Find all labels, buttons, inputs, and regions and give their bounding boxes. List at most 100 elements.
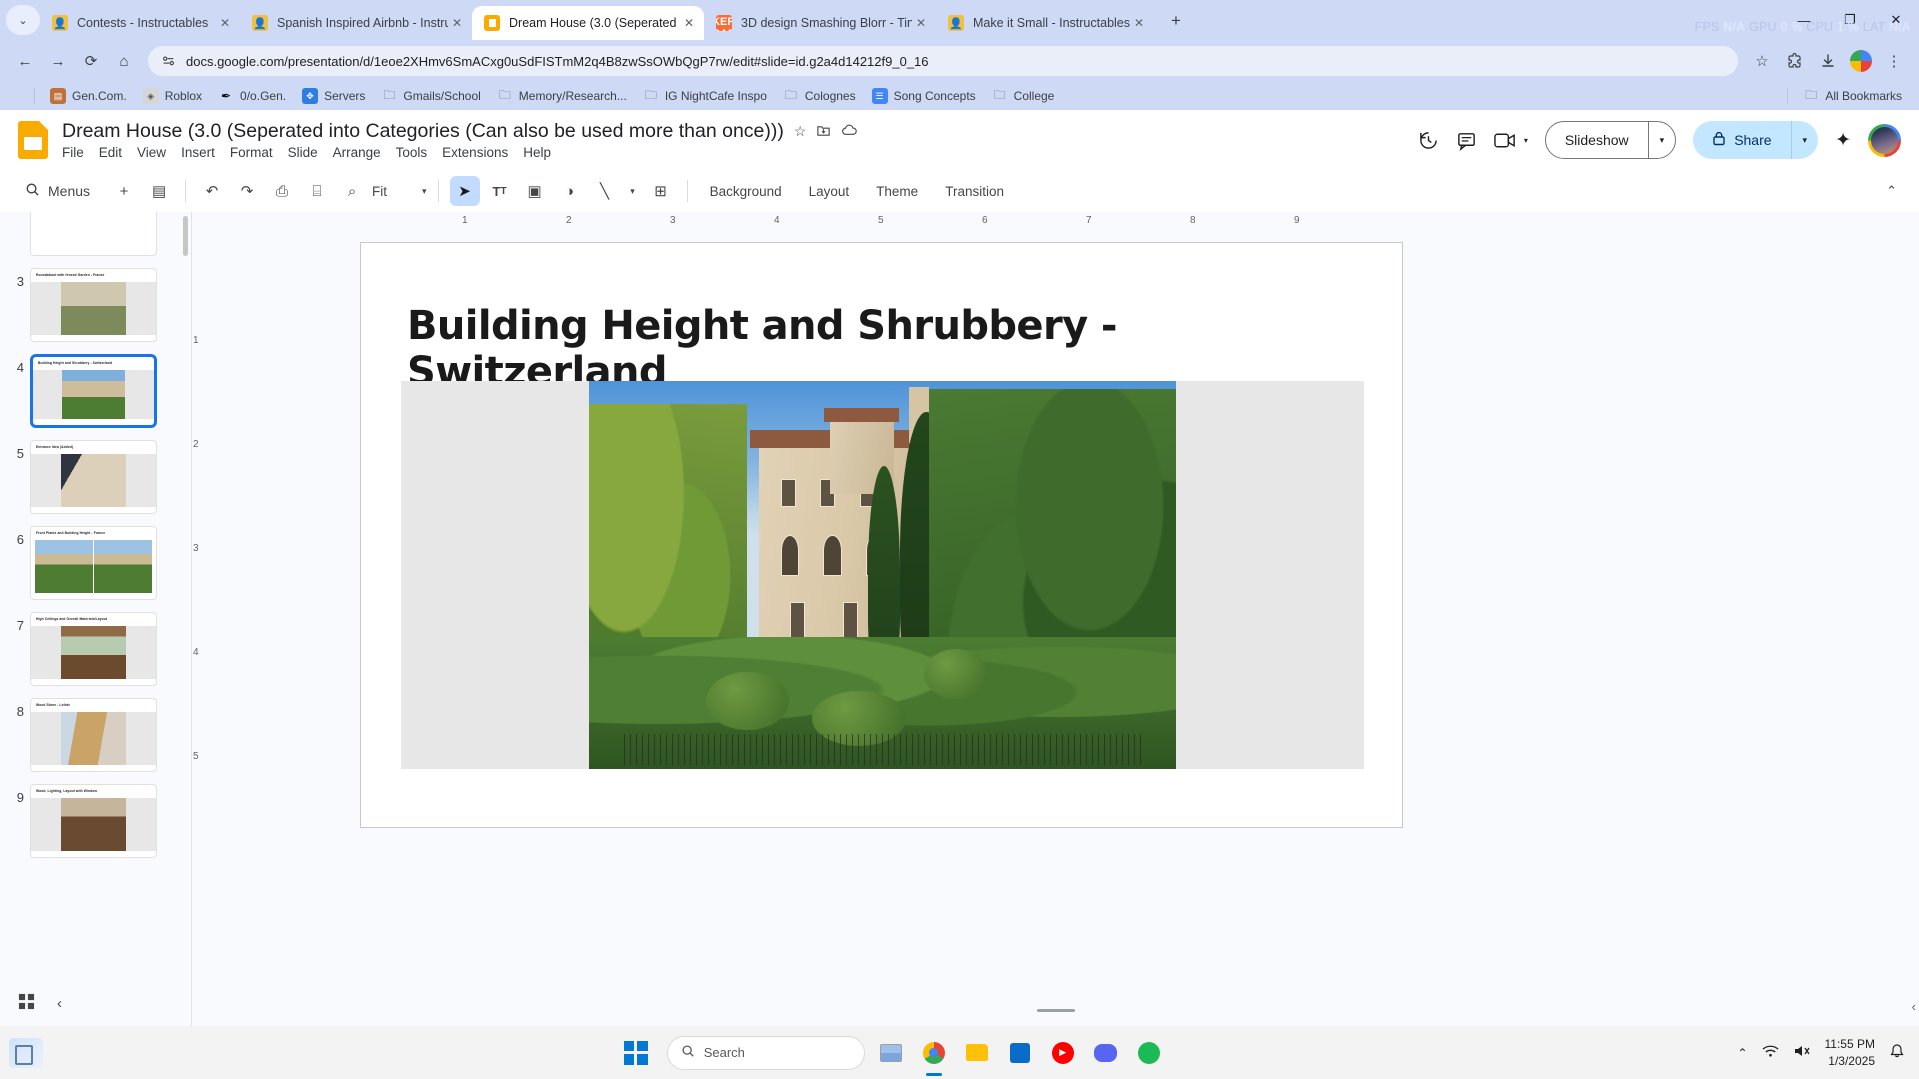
back-icon[interactable]: ←	[10, 46, 40, 76]
bookmark-servers[interactable]: ✥ Servers	[295, 85, 372, 107]
browser-tab-3[interactable]: TINKERCAD 3D design Smashing Blorr - Tin…	[704, 6, 936, 40]
insert-image-tool[interactable]: ▣	[520, 176, 550, 206]
tab-search-chevron-icon[interactable]: ⌄	[6, 5, 40, 35]
menu-edit[interactable]: Edit	[99, 145, 122, 160]
cloud-saved-icon[interactable]	[841, 123, 858, 141]
chrome-icon[interactable]	[917, 1036, 951, 1070]
close-icon[interactable]: ✕	[216, 16, 234, 30]
new-tab-button[interactable]: +	[1162, 7, 1190, 35]
slide-thumbnail[interactable]: High Ceilings and Overall Materials/Layo…	[30, 612, 157, 686]
slideshow-chevron-down-icon[interactable]: ▾	[1649, 122, 1676, 158]
close-icon[interactable]: ✕	[912, 16, 930, 30]
villa-photo[interactable]	[588, 381, 1177, 769]
filmstrip-scrollbar[interactable]	[183, 216, 188, 256]
bookmark-college[interactable]: 🗀 College	[985, 85, 1062, 107]
bookmark-colognes[interactable]: 🗀 Colognes	[776, 85, 863, 107]
grid-view-icon[interactable]	[18, 993, 35, 1014]
transition-button[interactable]: Transition	[934, 178, 1015, 205]
bookmark-memory-research[interactable]: 🗀 Memory/Research...	[490, 85, 634, 107]
filmstrip-item-6[interactable]: 6 Front Plants and Building Height - Fra…	[0, 520, 191, 606]
theme-button[interactable]: Theme	[865, 178, 929, 205]
paint-format-button[interactable]: ⌸	[302, 176, 332, 206]
menu-file[interactable]: File	[62, 145, 84, 160]
slide-thumbnail[interactable]	[30, 212, 157, 256]
meet-camera-icon[interactable]: ▾	[1494, 132, 1528, 149]
slide-thumbnail[interactable]: Wood, Lighting, Layout with Window	[30, 784, 157, 858]
redo-button[interactable]: ↷	[232, 176, 262, 206]
document-title[interactable]: Dream House (3.0 (Seperated into Categor…	[62, 120, 784, 143]
share-chevron-down-icon[interactable]: ▾	[1792, 121, 1819, 159]
profile-avatar-icon[interactable]	[1846, 46, 1876, 76]
browser-tab-4[interactable]: Make it Small - Instructables ✕	[936, 6, 1154, 40]
spotify-icon[interactable]	[1132, 1036, 1166, 1070]
menu-tools[interactable]: Tools	[396, 145, 428, 160]
slide-filmstrip[interactable]: 3 Roundabout with fenced Garden - France…	[0, 212, 192, 1026]
account-avatar[interactable]	[1868, 123, 1901, 157]
taskview-icon[interactable]	[874, 1036, 908, 1070]
wifi-icon[interactable]	[1762, 1044, 1779, 1061]
filmstrip-item-3b[interactable]: 3 Roundabout with fenced Garden - France	[0, 262, 191, 348]
extensions-icon[interactable]	[1780, 46, 1810, 76]
slide-thumbnail[interactable]: Front Plants and Building Height - Franc…	[30, 526, 157, 600]
add-comment-tool[interactable]: ⊞	[646, 176, 676, 206]
file-explorer-icon[interactable]	[960, 1036, 994, 1070]
line-chevron-down-icon[interactable]: ▾	[625, 176, 641, 206]
url-text[interactable]: docs.google.com/presentation/d/1eoe2XHmv…	[186, 54, 929, 69]
select-tool[interactable]: ➤	[449, 176, 480, 206]
filmstrip-item-7[interactable]: 7 High Ceilings and Overall Materials/La…	[0, 606, 191, 692]
slideshow-button[interactable]: Slideshow ▾	[1544, 121, 1677, 159]
chevron-down-icon[interactable]: ▾	[1524, 136, 1528, 145]
site-info-icon[interactable]	[160, 55, 176, 68]
all-bookmarks-button[interactable]: 🗀 All Bookmarks	[1796, 85, 1909, 107]
filmstrip-item-4-active[interactable]: 4 Building Height and Shrubbery - Switze…	[0, 348, 191, 434]
taskbar-search-input[interactable]: Search	[666, 1035, 865, 1070]
speaker-notes-handle[interactable]	[1036, 1009, 1075, 1012]
text-box-tool[interactable]: TT	[485, 176, 515, 206]
tray-chevron-up-icon[interactable]: ⌃	[1737, 1046, 1747, 1060]
apps-grid-icon[interactable]	[10, 90, 26, 103]
menu-help[interactable]: Help	[523, 145, 551, 160]
menu-arrange[interactable]: Arrange	[333, 145, 381, 160]
bookmark-song-concepts[interactable]: ☰ Song Concepts	[865, 85, 983, 107]
browser-tab-2-active[interactable]: Dream House (3.0 (Seperated in ✕	[472, 6, 704, 40]
home-icon[interactable]: ⌂	[109, 46, 139, 76]
browser-tab-0[interactable]: Contests - Instructables ✕	[40, 6, 240, 40]
slide-thumbnail[interactable]: Entrance Idea (Added)	[30, 440, 157, 514]
zoom-button[interactable]: ⌕	[337, 176, 367, 206]
slide-image-placeholder[interactable]	[401, 381, 1364, 769]
slide-editor-canvas[interactable]: 1 2 3 4 5 6 7 8 9 1 2 3 4 5 Building Hei…	[192, 212, 1919, 1026]
bookmark-roblox[interactable]: ◈ Roblox	[136, 85, 209, 107]
close-icon[interactable]: ✕	[680, 16, 698, 30]
address-bar[interactable]: docs.google.com/presentation/d/1eoe2XHmv…	[148, 46, 1738, 76]
menu-format[interactable]: Format	[230, 145, 273, 160]
star-icon[interactable]: ☆	[794, 123, 807, 140]
reload-icon[interactable]: ⟳	[76, 46, 106, 76]
taskbar-widgets[interactable]	[0, 1037, 52, 1068]
layout-text-button[interactable]: Layout	[798, 178, 861, 205]
menu-extensions[interactable]: Extensions	[442, 145, 508, 160]
zoom-select[interactable]: Fit ▾	[372, 184, 427, 199]
menu-slide[interactable]: Slide	[288, 145, 318, 160]
volume-icon[interactable]	[1793, 1044, 1811, 1061]
windows-start-icon[interactable]	[623, 1040, 648, 1065]
new-slide-button[interactable]: +	[109, 176, 139, 206]
filmstrip-item-8[interactable]: 8 Wood Stone - Lofote	[0, 692, 191, 778]
microsoft-store-icon[interactable]	[1003, 1036, 1037, 1070]
chevron-down-icon[interactable]: ▾	[422, 186, 427, 197]
notification-icon[interactable]	[1889, 1043, 1905, 1062]
close-icon[interactable]: ✕	[1130, 16, 1148, 30]
discord-icon[interactable]	[1089, 1036, 1123, 1070]
bookmark-gencom[interactable]: ▤ Gen.Com.	[43, 85, 134, 107]
print-button[interactable]: ⎙	[267, 176, 297, 206]
filmstrip-item-9[interactable]: 9 Wood, Lighting, Layout with Window	[0, 778, 191, 864]
slide-thumbnail[interactable]: Roundabout with fenced Garden - France	[30, 268, 157, 342]
bookmark-oogen[interactable]: ✒ 0/o.Gen.	[211, 85, 293, 107]
menu-view[interactable]: View	[137, 145, 166, 160]
share-button[interactable]: Share ▾	[1693, 121, 1819, 159]
version-history-icon[interactable]	[1418, 130, 1439, 151]
filmstrip-scroll-area[interactable]: 3 Roundabout with fenced Garden - France…	[0, 212, 191, 980]
filmstrip-item-3[interactable]	[0, 212, 191, 262]
line-tool[interactable]: ╲	[590, 176, 620, 206]
comment-icon[interactable]	[1456, 130, 1477, 151]
current-slide[interactable]: Building Height and Shrubbery - Switzerl…	[360, 242, 1403, 828]
